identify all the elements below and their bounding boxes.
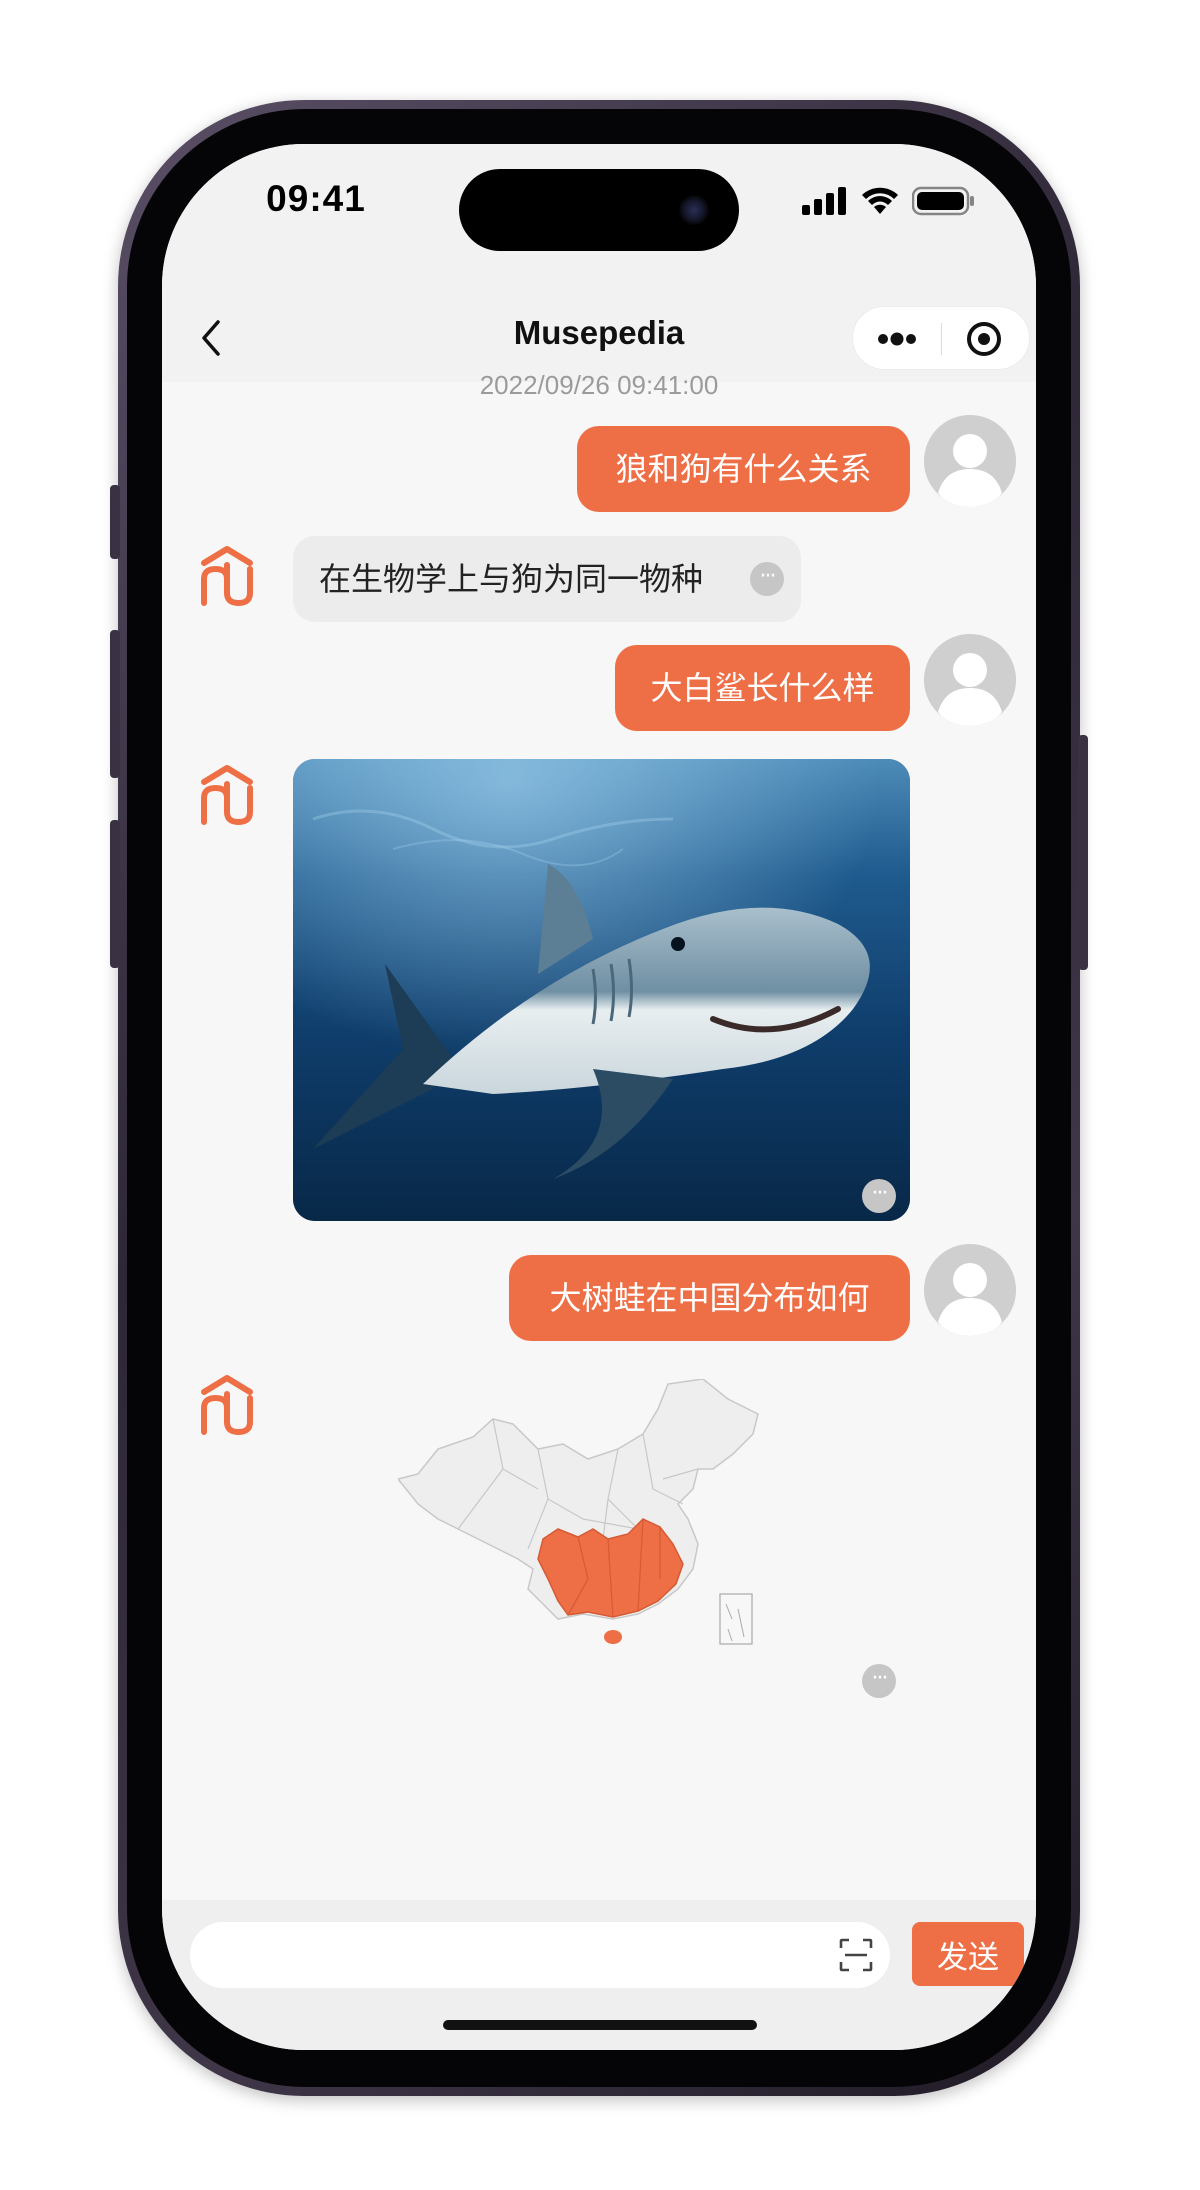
china-distribution-map[interactable] [398, 1379, 798, 1669]
musepedia-logo-icon [201, 1375, 253, 1435]
volume-down-button [110, 820, 120, 968]
status-icons [802, 186, 976, 216]
chat-timestamp: 2022/09/26 09:41:00 [479, 370, 719, 400]
user-message-bubble[interactable]: 狼和狗有什么关系 [577, 426, 910, 512]
shark-illustration [293, 759, 910, 1221]
more-button[interactable] [853, 307, 941, 371]
power-button [1078, 735, 1088, 970]
scan-icon[interactable] [838, 1937, 874, 1973]
dynamic-island [459, 169, 739, 251]
musepedia-logo-icon [201, 546, 253, 606]
user-message-bubble[interactable]: 大白鲨长什么样 [615, 645, 910, 731]
target-close-icon [967, 322, 1001, 356]
user-message-bubble[interactable]: 大树蛙在中国分布如何 [509, 1255, 910, 1341]
volume-up-button [110, 630, 120, 778]
camera-icon [679, 195, 709, 225]
user-avatar[interactable] [924, 634, 1016, 726]
bot-message-bubble[interactable]: 在生物学上与狗为同一物种 [293, 536, 801, 622]
map-inset-lines [725, 1603, 745, 1642]
bot-message-text: 在生物学上与狗为同一物种 [319, 560, 704, 598]
map-hainan-island [604, 1630, 622, 1644]
close-mini-program-button[interactable] [942, 307, 1030, 371]
image-more-icon[interactable] [862, 1179, 896, 1213]
user-avatar[interactable] [924, 415, 1016, 507]
user-avatar-icon [924, 415, 1016, 507]
map-more-icon[interactable] [862, 1664, 896, 1698]
status-time: 09:41 [266, 178, 366, 219]
page-title: Musepedia [513, 314, 685, 351]
screen: 09:41 Musepedia 2022/09/26 09:41:00 狼和狗有… [162, 144, 1036, 2050]
send-button[interactable]: 发送 [912, 1922, 1024, 1986]
user-avatar[interactable] [924, 1244, 1016, 1336]
back-icon[interactable] [192, 314, 232, 362]
mini-program-capsule [852, 306, 1030, 370]
message-input[interactable] [190, 1922, 890, 1988]
cellular-signal-icon [802, 187, 846, 215]
shark-image[interactable] [293, 759, 910, 1221]
battery-icon [912, 186, 974, 216]
status-bar: 09:41 [162, 144, 1036, 294]
more-dots-icon [878, 332, 916, 346]
user-avatar-icon [924, 634, 1016, 726]
user-avatar-icon [924, 1244, 1016, 1336]
wifi-icon [862, 187, 898, 214]
nav-bar: Musepedia [162, 294, 1036, 382]
action-button [110, 485, 120, 559]
map-south-sea-inset [719, 1593, 753, 1645]
message-more-icon[interactable] [750, 562, 784, 596]
home-indicator[interactable] [443, 2020, 757, 2030]
musepedia-logo-icon [201, 765, 253, 825]
